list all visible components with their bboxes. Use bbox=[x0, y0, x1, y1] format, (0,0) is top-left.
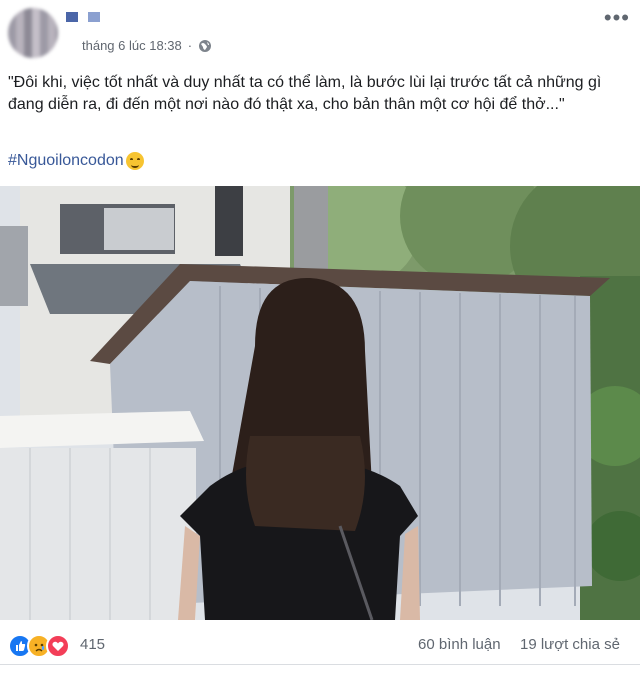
post-timestamp[interactable]: tháng 6 lúc 18:38 bbox=[82, 38, 182, 53]
hashtag-link[interactable]: #Nguoiloncodon bbox=[8, 152, 124, 170]
globe-icon[interactable] bbox=[198, 39, 212, 53]
reaction-count[interactable]: 415 bbox=[80, 636, 105, 653]
more-options-icon[interactable]: ••• bbox=[604, 7, 630, 29]
photo-scene bbox=[0, 186, 640, 620]
reaction-icons[interactable] bbox=[8, 634, 70, 658]
author-name-blurred bbox=[66, 12, 78, 22]
post-header: tháng 6 lúc 18:38 · ••• bbox=[0, 0, 640, 66]
post-text: "Đôi khi, việc tốt nhất và duy nhất ta c… bbox=[8, 74, 602, 113]
post-photo[interactable] bbox=[0, 186, 640, 620]
reactions-bar: 415 60 bình luận 19 lượt chia sẻ bbox=[0, 626, 640, 665]
avatar[interactable] bbox=[8, 8, 58, 58]
shares-count[interactable]: 19 lượt chia sẻ bbox=[520, 636, 620, 653]
author-name[interactable] bbox=[66, 10, 108, 24]
author-name-blurred bbox=[88, 12, 100, 22]
post-meta: tháng 6 lúc 18:38 · bbox=[82, 38, 212, 53]
smiling-face-icon bbox=[125, 152, 144, 170]
comments-count[interactable]: 60 bình luận bbox=[418, 636, 501, 653]
hashtag-line: #Nguoiloncodon bbox=[8, 152, 144, 170]
love-icon bbox=[46, 634, 70, 658]
